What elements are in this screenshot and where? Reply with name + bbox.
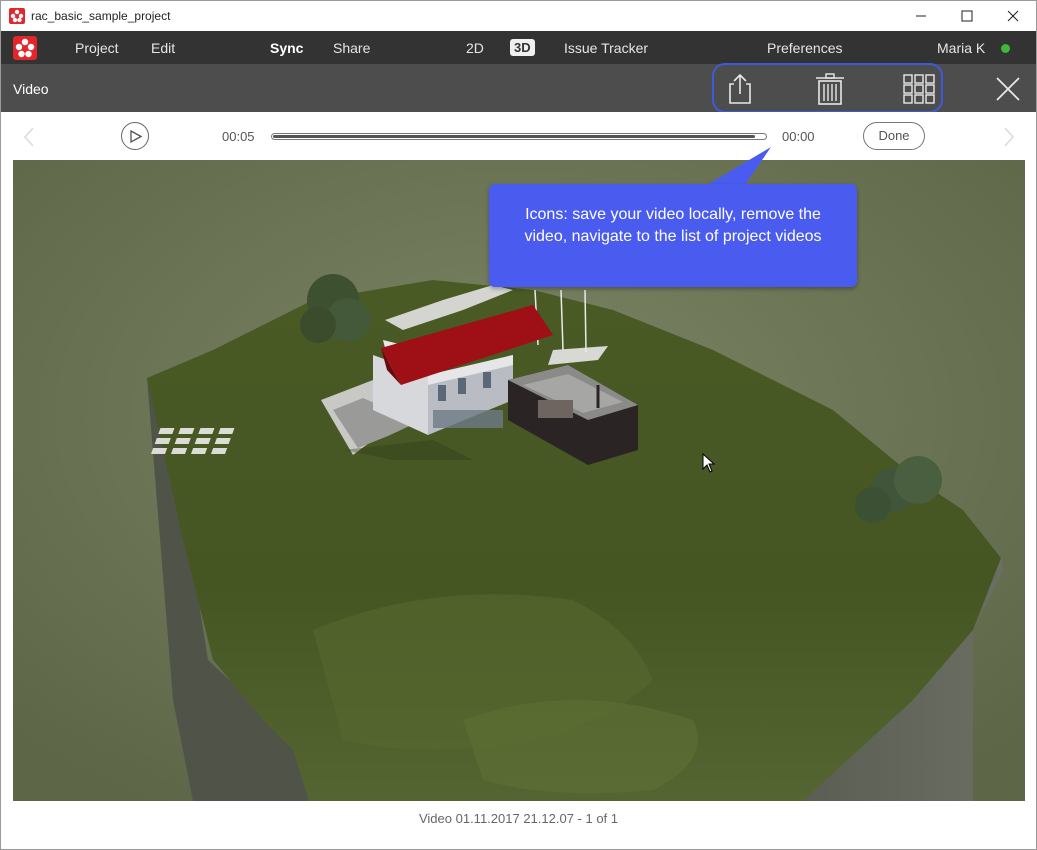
app-window: rac_basic_sample_project Project Edit Sy… xyxy=(0,0,1037,850)
mouse-cursor-icon xyxy=(702,453,716,473)
video-caption: Video 01.11.2017 21.12.07 - 1 of 1 xyxy=(418,811,619,826)
callout-text: Icons: save your video locally, remove t… xyxy=(524,206,822,245)
callout-tooltip: Icons: save your video locally, remove t… xyxy=(489,184,857,287)
